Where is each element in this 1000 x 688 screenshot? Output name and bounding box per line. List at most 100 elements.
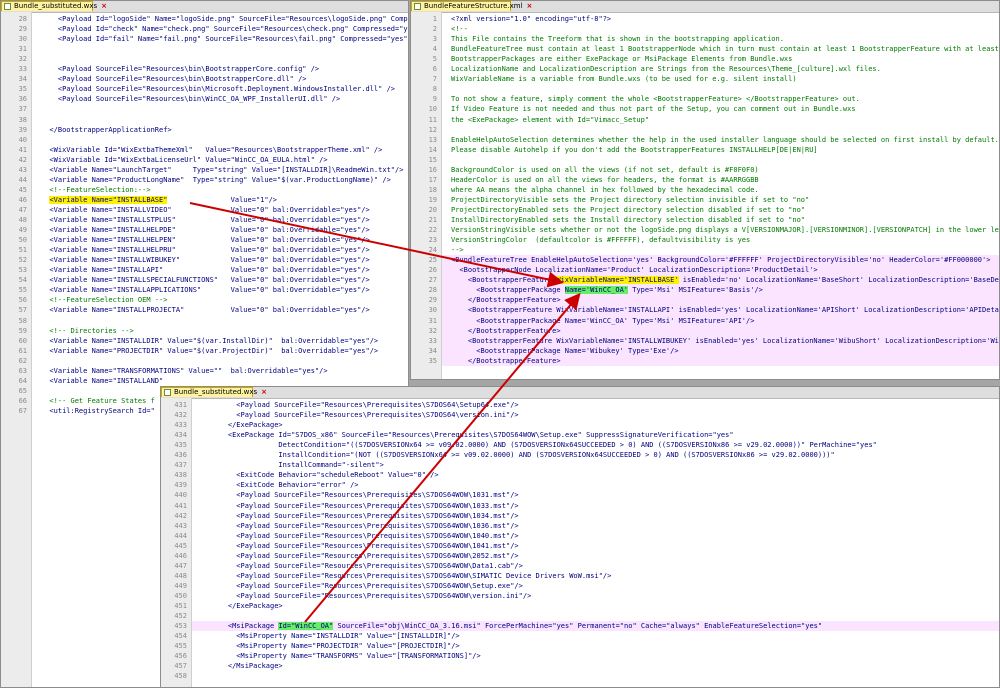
code-line[interactable]: 445 <Payload SourceFile="Resources\Prere… — [161, 541, 999, 551]
code-line[interactable]: 31 <BootstrapperPackage Name='WinCC_OA' … — [411, 316, 999, 326]
code-line[interactable]: 436 InstallCondition="(NOT ((S7DOSVERSIO… — [161, 450, 999, 460]
code-line[interactable]: 443 <Payload SourceFile="Resources\Prere… — [161, 521, 999, 531]
code-line[interactable]: 8 — [411, 84, 999, 94]
code-line[interactable]: 34 <BootstrapperPackage Name='Wibukey' T… — [411, 346, 999, 356]
code-line[interactable]: 58 — [1, 316, 408, 326]
code-line[interactable]: 10 If Video Feature is not needed and thu… — [411, 104, 999, 114]
code-line[interactable]: 32 — [1, 54, 408, 64]
code-line[interactable]: 39 </BootstrapperApplicationRef> — [1, 125, 408, 135]
code-line[interactable]: 20 ProjectDirectoryEnabled sets the Proje… — [411, 205, 999, 215]
code-line[interactable]: 51 <Variable Name="INSTALLHELPRU" Value=… — [1, 245, 408, 255]
code-line[interactable]: 7 WixVariableName is a variable from Bund… — [411, 74, 999, 84]
tab-bundle-feature-structure[interactable]: BundleFeatureStructure.xml × — [411, 1, 532, 11]
code-line[interactable]: 440 <Payload SourceFile="Resources\Prere… — [161, 490, 999, 500]
code-line[interactable]: 432 <Payload SourceFile="Resources\Prere… — [161, 410, 999, 420]
code-line[interactable]: 444 <Payload SourceFile="Resources\Prere… — [161, 531, 999, 541]
code-line[interactable]: 34 <Payload SourceFile="Resources\bin\Bo… — [1, 74, 408, 84]
code-line[interactable]: 19 ProjectDirectoryVisible sets the Proje… — [411, 195, 999, 205]
code-line[interactable]: 457 </MsiPackage> — [161, 661, 999, 671]
code-line[interactable]: 450 <Payload SourceFile="Resources\Prere… — [161, 591, 999, 601]
code-line[interactable]: 30 <BootstrapperFeature WixVariableName=… — [411, 305, 999, 315]
code-line[interactable]: 36 <Payload SourceFile="Resources\bin\Wi… — [1, 94, 408, 104]
code-line[interactable]: 24 --> — [411, 245, 999, 255]
code-line[interactable]: 57 <Variable Name="INSTALLPROJECTA" Valu… — [1, 305, 408, 315]
code-line[interactable]: 12 — [411, 125, 999, 135]
code-line[interactable]: 433 </ExePackage> — [161, 420, 999, 430]
code-line[interactable]: 55 <Variable Name="INSTALLAPPLICATIONS" … — [1, 285, 408, 295]
code-line[interactable]: 48 <Variable Name="INSTALLSTPLUS" Value=… — [1, 215, 408, 225]
code-line[interactable]: 447 <Payload SourceFile="Resources\Prere… — [161, 561, 999, 571]
code-line[interactable]: 446 <Payload SourceFile="Resources\Prere… — [161, 551, 999, 561]
tab-bundle-substituted-2[interactable]: Bundle_substituted.wxs × — [161, 387, 267, 397]
code-line[interactable]: 40 — [1, 135, 408, 145]
code-line[interactable]: 30 <Payload Id="fail" Name="fail.png" So… — [1, 34, 408, 44]
code-line[interactable]: 456 <MsiProperty Name="TRANSFORMS" Value… — [161, 651, 999, 661]
code-line[interactable]: 54 <Variable Name="INSTALLSPECIALFUNCTIO… — [1, 275, 408, 285]
code-line[interactable]: 434 <ExePackage Id="S7DOS_x86" SourceFil… — [161, 430, 999, 440]
code-line[interactable]: 44 <Variable Name="ProductLongName" Type… — [1, 175, 408, 185]
code-line[interactable]: 26 <BootstrapperNode LocalizationName='P… — [411, 265, 999, 275]
code-line[interactable]: 32 </BootstrapperFeature> — [411, 326, 999, 336]
code-line[interactable]: 13 EnableHelpAutoSelection determines whe… — [411, 135, 999, 145]
code-line[interactable]: 33 <Payload SourceFile="Resources\bin\Bo… — [1, 64, 408, 74]
code-line[interactable]: 35 <Payload SourceFile="Resources\bin\Mi… — [1, 84, 408, 94]
code-line[interactable]: 455 <MsiProperty Name="PROJECTDIR" Value… — [161, 641, 999, 651]
code-line[interactable]: 50 <Variable Name="INSTALLHELPEN" Value=… — [1, 235, 408, 245]
code-line[interactable]: 439 <ExitCode Behavior="error" /> — [161, 480, 999, 490]
code-line[interactable]: 28 <Payload Id="logoSide" Name="logoSide… — [1, 14, 408, 24]
code-line[interactable]: 452 — [161, 611, 999, 621]
code-line[interactable]: 49 <Variable Name="INSTALLHELPDE" Value=… — [1, 225, 408, 235]
code-line[interactable]: 41 <WixVariable Id="WixExtbaThemeXml" Va… — [1, 145, 408, 155]
code-line[interactable]: 442 <Payload SourceFile="Resources\Prere… — [161, 511, 999, 521]
code-line[interactable]: 2 <!-- — [411, 24, 999, 34]
code-line[interactable]: 61 <Variable Name="PROJECTDIR" Value="$(… — [1, 346, 408, 356]
code-line[interactable]: 42 <WixVariable Id="WixExtbaLicenseUrl" … — [1, 155, 408, 165]
editor-pane-bundle-bottom[interactable]: Bundle_substituted.wxs × 431 <Payload Sou… — [160, 386, 1000, 688]
code-line[interactable]: 454 <MsiProperty Name="INSTALLDIR" Value… — [161, 631, 999, 641]
code-line[interactable]: 21 InstallDirectoryEnabled sets the Insta… — [411, 215, 999, 225]
code-line[interactable]: 441 <Payload SourceFile="Resources\Prere… — [161, 501, 999, 511]
code-line[interactable]: 18 where AA means the alpha channel in he… — [411, 185, 999, 195]
code-line[interactable]: 52 <Variable Name="INSTALLWIBUKEY" Value… — [1, 255, 408, 265]
code-line[interactable]: 35 </BootstrapperFeature> — [411, 356, 999, 366]
code-line[interactable]: 37 — [1, 104, 408, 114]
code-line[interactable]: 5 BootstrapperPackages are either ExePack… — [411, 54, 999, 64]
code-line[interactable]: 56 <!--FeatureSelection OEM --> — [1, 295, 408, 305]
code-line[interactable]: 33 <BootstrapperFeature WixVariableName=… — [411, 336, 999, 346]
code-line[interactable]: 17 HeaderColor is used on all the views f… — [411, 175, 999, 185]
close-icon[interactable]: × — [261, 388, 267, 397]
code-line[interactable]: 25 <BundleFeatureTree EnableHelpAutoSelec… — [411, 255, 999, 265]
code-line[interactable]: 28 <BootstrapperPackage Name='WinCC_OA' … — [411, 285, 999, 295]
code-line[interactable]: 453 <MsiPackage Id="WinCC_OA" SourceFile… — [161, 621, 999, 631]
code-line[interactable]: 437 InstallCommand="-silent"> — [161, 460, 999, 470]
code-area[interactable]: 431 <Payload SourceFile="Resources\Prere… — [161, 398, 999, 687]
code-line[interactable]: 46 <Variable Name="INSTALLBASE" Value="1… — [1, 195, 408, 205]
code-line[interactable]: 435 DetectCondition="((S7DOSVERSIONx64 >… — [161, 440, 999, 450]
code-line[interactable]: 451 </ExePackage> — [161, 601, 999, 611]
code-line[interactable]: 38 — [1, 115, 408, 125]
code-line[interactable]: 1 <?xml version="1.0" encoding="utf-8"?> — [411, 14, 999, 24]
code-line[interactable]: 29 </BootstrapperFeature> — [411, 295, 999, 305]
code-line[interactable]: 45 <!--FeatureSelection:--> — [1, 185, 408, 195]
editor-pane-feature-structure[interactable]: BundleFeatureStructure.xml × 1 <?xml versi… — [410, 0, 1000, 380]
code-line[interactable]: 4 BundleFeatureTree must contain at least… — [411, 44, 999, 54]
code-line[interactable]: 64 <Variable Name="INSTALLAND" — [1, 376, 408, 386]
code-line[interactable]: 27 <BootstrapperFeature WixVariableName=… — [411, 275, 999, 285]
code-line[interactable]: 53 <Variable Name="INSTALLAPI" Value="0"… — [1, 265, 408, 275]
code-line[interactable]: 59 <!-- Directories --> — [1, 326, 408, 336]
code-line[interactable]: 31 — [1, 44, 408, 54]
code-line[interactable]: 23 VersionStringColor (defaultcolor is #F… — [411, 235, 999, 245]
code-line[interactable]: 16 BackgroundColor is used on all the vie… — [411, 165, 999, 175]
code-line[interactable]: 438 <ExitCode Behavior="scheduleReboot" … — [161, 470, 999, 480]
code-line[interactable]: 60 <Variable Name="INSTALLDIR" Value="$(… — [1, 336, 408, 346]
code-line[interactable]: 431 <Payload SourceFile="Resources\Prere… — [161, 400, 999, 410]
code-area[interactable]: 1 <?xml version="1.0" encoding="utf-8"?> 2… — [411, 12, 999, 379]
code-line[interactable]: 63 <Variable Name="TRANSFORMATIONS" Valu… — [1, 366, 408, 376]
code-line[interactable]: 3 This File contains the Treeform that is… — [411, 34, 999, 44]
code-line[interactable]: 458 — [161, 671, 999, 681]
code-line[interactable]: 14 Please disable Autohelp if you don't a… — [411, 145, 999, 155]
code-line[interactable]: 448 <Payload SourceFile="Resources\Prere… — [161, 571, 999, 581]
code-line[interactable]: 43 <Variable Name="LaunchTarget" Type="s… — [1, 165, 408, 175]
close-icon[interactable]: × — [527, 2, 533, 11]
code-line[interactable]: 9 To not show a feature, simply comment t… — [411, 94, 999, 104]
